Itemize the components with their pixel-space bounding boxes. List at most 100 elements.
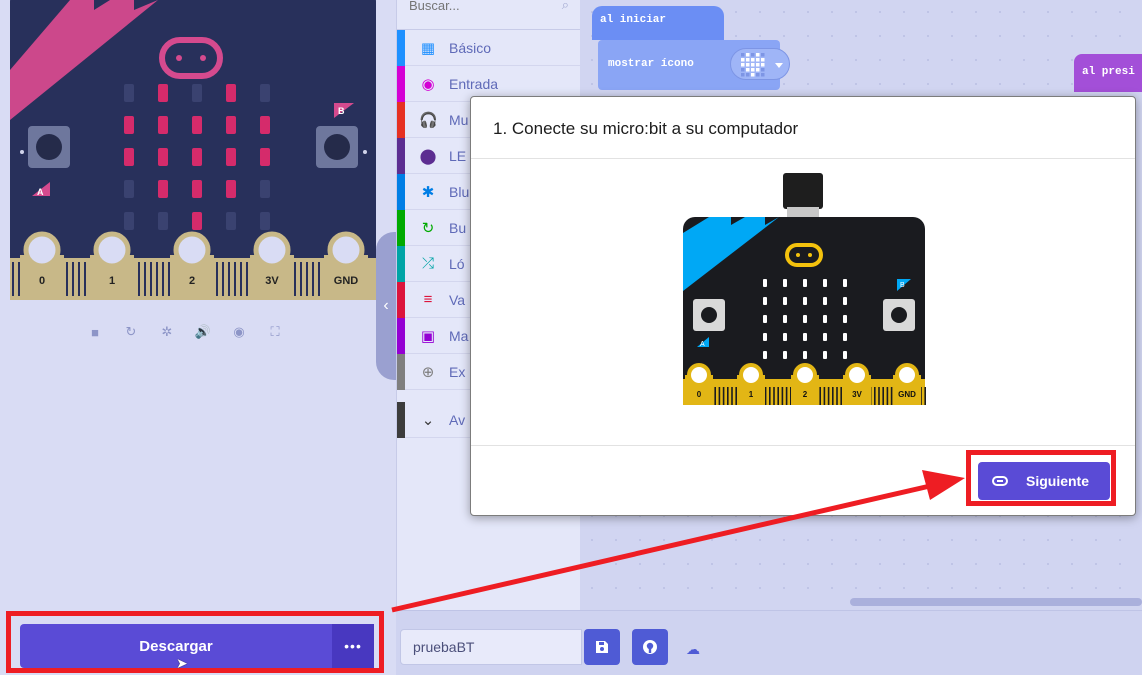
- led-on: [192, 212, 202, 230]
- target-icon: ◉: [421, 75, 435, 93]
- pin-ring[interactable]: [93, 231, 131, 269]
- restart-button[interactable]: ↻: [118, 320, 144, 344]
- search-input[interactable]: [409, 0, 549, 14]
- connector-tooth: [819, 387, 821, 405]
- on-button-pressed-block[interactable]: al presi: [1074, 54, 1142, 92]
- led-off: [124, 84, 134, 102]
- led-on: [226, 116, 236, 134]
- led: [843, 333, 847, 341]
- mouse-cursor-icon: ➤: [176, 655, 188, 671]
- grid-icon: ▦: [420, 39, 436, 57]
- category-color-bar: [397, 209, 405, 246]
- connector-tooth: [832, 387, 834, 405]
- led-on: [158, 84, 168, 102]
- category-label: Ló: [449, 255, 465, 272]
- led: [823, 351, 827, 359]
- pin-ring[interactable]: [173, 231, 211, 269]
- cloud-icon[interactable]: ☁: [686, 641, 700, 658]
- category-color-bar: [397, 245, 405, 282]
- button-b-label: B: [338, 106, 345, 116]
- button-b-cap[interactable]: [324, 134, 350, 160]
- restart-icon: ↻: [125, 324, 137, 339]
- on-start-block[interactable]: al iniciar: [592, 6, 724, 40]
- picker-led: [756, 63, 760, 67]
- button-a-cap: [701, 307, 717, 323]
- calculator-icon: ▣: [420, 327, 436, 345]
- category-color-bar: [397, 281, 405, 318]
- category-label: Ex: [449, 363, 466, 380]
- toolbox-search: ⌕: [397, 0, 581, 30]
- connector-tooth: [722, 387, 725, 405]
- button-a-label: A: [37, 187, 44, 197]
- picker-led: [746, 73, 750, 77]
- category-label: Ma: [449, 327, 469, 344]
- category-color-bar: [397, 29, 405, 66]
- debug-button[interactable]: ✲: [154, 320, 180, 344]
- microbit-simulator[interactable]: A B 0 1 2 3V GND: [10, 0, 376, 300]
- pin-ring: [895, 363, 919, 387]
- save-button[interactable]: [584, 629, 620, 665]
- usb-cable: [783, 173, 823, 209]
- mute-button[interactable]: 🔊: [190, 320, 216, 344]
- led: [783, 351, 787, 359]
- search-icon[interactable]: ⌕: [562, 0, 569, 13]
- github-button[interactable]: [632, 629, 668, 665]
- fullscreen-button[interactable]: ⛶: [262, 320, 288, 344]
- led: [843, 297, 847, 305]
- collapse-simulator-handle[interactable]: ‹: [376, 232, 396, 380]
- pin-ring[interactable]: [253, 231, 291, 269]
- screenshot-button[interactable]: ◉: [226, 320, 252, 344]
- picker-led: [746, 58, 750, 62]
- pin-ring: [739, 363, 763, 387]
- icon-picker-dropdown[interactable]: [730, 48, 790, 80]
- connector-tooth: [318, 262, 320, 296]
- logo-dot: [200, 55, 206, 61]
- button-b-dot: [363, 150, 367, 154]
- led-off: [192, 84, 202, 102]
- led: [803, 297, 807, 305]
- logo-dot: [808, 253, 812, 257]
- led-on: [192, 180, 202, 198]
- pin-label: GND: [334, 275, 359, 287]
- debug-icon: ✲: [161, 324, 173, 339]
- category-grid[interactable]: ▦ Básico: [397, 29, 581, 66]
- show-icon-block[interactable]: mostrar ícono: [598, 40, 790, 90]
- chevron-left-icon: ‹: [383, 297, 389, 314]
- pin-ring[interactable]: [327, 231, 365, 269]
- led-on: [192, 116, 202, 134]
- picker-led: [761, 68, 765, 72]
- button-a-cap[interactable]: [36, 134, 62, 160]
- category-label: Av: [449, 411, 466, 428]
- led-off: [226, 212, 236, 230]
- show-icon-label: mostrar ícono: [608, 58, 694, 70]
- button-a-label: A: [700, 341, 705, 348]
- led: [843, 315, 847, 323]
- category-label: Mu: [449, 111, 469, 128]
- led: [803, 351, 807, 359]
- picker-led: [746, 68, 750, 72]
- led-off: [158, 212, 168, 230]
- workspace-scrollbar[interactable]: [850, 598, 1142, 606]
- button-a-dot: [20, 150, 24, 154]
- led: [763, 351, 767, 359]
- connector-tooth: [162, 262, 164, 296]
- led: [823, 279, 827, 287]
- on-button-pressed-label: al presi: [1082, 66, 1135, 78]
- led: [763, 333, 767, 341]
- led-off: [260, 180, 270, 198]
- bottom-toolbar: ☁: [396, 610, 1142, 675]
- dialog-header: 1. Conecte su micro:bit a su computador: [471, 97, 1135, 159]
- connector-tooth: [874, 387, 876, 405]
- connector-tooth: [78, 262, 80, 296]
- connector-tooth: [827, 387, 830, 405]
- pin-ring[interactable]: [23, 231, 61, 269]
- led: [823, 315, 827, 323]
- connector-tooth: [12, 262, 14, 296]
- connector-tooth: [727, 387, 729, 405]
- stop-button[interactable]: ■: [82, 320, 108, 344]
- project-name-input[interactable]: [400, 629, 582, 665]
- led-on: [158, 116, 168, 134]
- picker-led: [741, 68, 745, 72]
- pin-ring: [845, 363, 869, 387]
- usb-plug: [787, 207, 819, 217]
